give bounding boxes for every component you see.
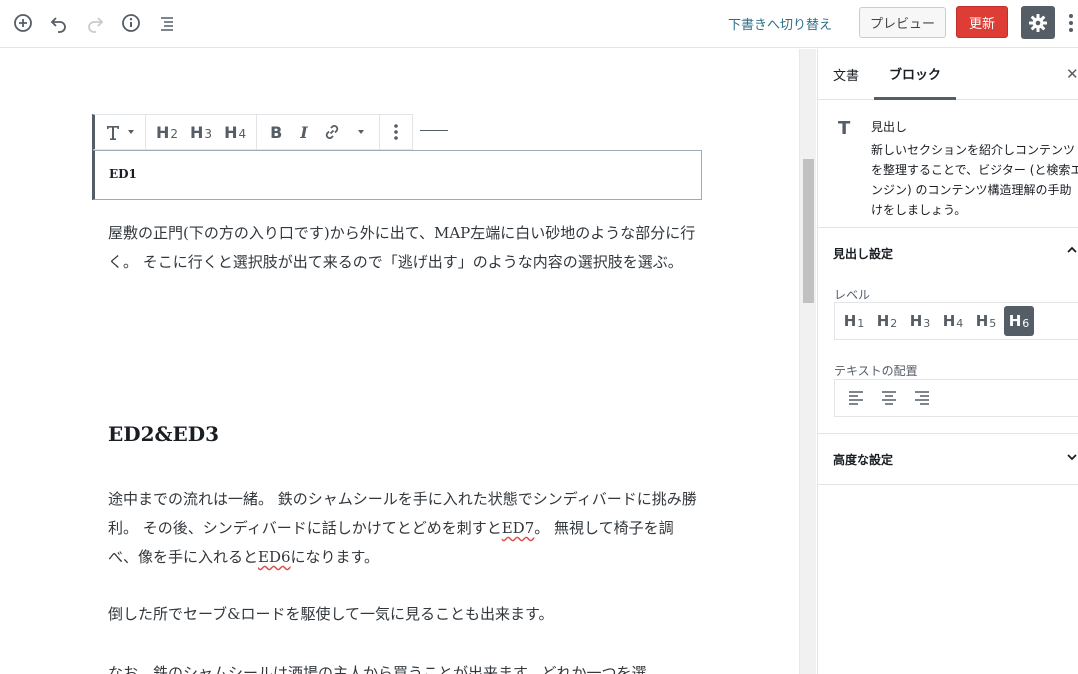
- undo-icon[interactable]: [46, 10, 72, 36]
- level-h1-button[interactable]: H1: [839, 306, 869, 336]
- redo-icon[interactable]: [82, 10, 108, 36]
- level-label: レベル: [834, 288, 871, 302]
- bold-icon[interactable]: B: [261, 115, 291, 149]
- settings-sidebar: 文書 ブロック ✕ T 見出し 新しいセクションを紹介しコンテンツを整理すること…: [817, 49, 1078, 674]
- block-switcher[interactable]: [95, 115, 146, 149]
- heading-settings-title[interactable]: 見出し設定: [833, 245, 893, 262]
- spellcheck-ed7: ED7: [501, 519, 535, 537]
- info-icon[interactable]: [118, 10, 144, 36]
- chevron-down-icon[interactable]: [1066, 451, 1078, 466]
- paragraph-3[interactable]: 倒した所でセーブ&ロードを駆使して一気に見ることも出来ます。: [108, 600, 698, 629]
- close-icon[interactable]: ✕: [1066, 65, 1078, 83]
- heading-level-group: H2 H3 H4: [146, 115, 258, 149]
- editor-canvas: H2 H3 H4 B I ED1 屋敷の正門(下の方の入り口です)から外に出て、…: [0, 49, 798, 674]
- h4-button[interactable]: H4: [218, 115, 252, 149]
- add-block-icon[interactable]: [10, 10, 36, 36]
- text-align-label: テキストの配置: [834, 364, 918, 378]
- block-toolbar: H2 H3 H4 B I: [92, 114, 413, 150]
- selected-heading-block[interactable]: ED1: [92, 150, 702, 200]
- advanced-settings-title[interactable]: 高度な設定: [833, 451, 893, 468]
- italic-icon[interactable]: I: [291, 115, 316, 149]
- heading-level-selector: H1 H2 H3 H4 H5 H6: [834, 302, 1078, 340]
- outline-icon[interactable]: [154, 10, 180, 36]
- sidebar-tabs: 文書 ブロック ✕: [818, 49, 1078, 100]
- gear-icon: [1029, 13, 1047, 32]
- level-h5-button[interactable]: H5: [971, 306, 1001, 336]
- block-card: T 見出し 新しいセクションを紹介しコンテンツを整理することで、ビジター (と検…: [818, 100, 1078, 228]
- align-center-icon[interactable]: [874, 383, 904, 413]
- settings-button[interactable]: [1021, 6, 1055, 39]
- switch-to-draft-link[interactable]: 下書きへ切り替え: [728, 14, 832, 33]
- level-h4-button[interactable]: H4: [938, 306, 968, 336]
- paragraph-1[interactable]: 屋敷の正門(下の方の入り口です)から外に出て、MAP左端に白い砂地のような部分に…: [108, 219, 698, 277]
- block-title: 見出し: [871, 120, 908, 134]
- format-group: B I: [257, 115, 380, 149]
- heading-ed1[interactable]: ED1: [109, 167, 137, 181]
- sidebar-divider: [818, 484, 1078, 485]
- h3-button[interactable]: H3: [184, 115, 218, 149]
- heading-ed2-ed3[interactable]: ED2&ED3: [108, 422, 219, 446]
- dropdown-arrow-icon: [128, 130, 134, 134]
- heading-block-icon: T: [838, 118, 851, 139]
- editor-scrollbar[interactable]: [799, 49, 816, 674]
- toolbar-connector-line: [420, 130, 448, 131]
- level-h3-button[interactable]: H3: [905, 306, 935, 336]
- paragraph-2[interactable]: 途中までの流れは一緒。 鉄のシャムシールを手に入れた状態でシンディバードに挑み勝…: [108, 485, 698, 572]
- more-menu-button[interactable]: [1064, 9, 1078, 37]
- heading-transform-icon[interactable]: [99, 115, 141, 149]
- paragraph-4[interactable]: なお、鉄のシャムシールは酒場の主人から買うことが出来ます。どれか一つを選: [108, 659, 698, 674]
- level-h6-button[interactable]: H6: [1004, 306, 1034, 336]
- align-right-icon[interactable]: [907, 383, 937, 413]
- sidebar-divider: [818, 433, 1078, 434]
- tab-document[interactable]: 文書: [833, 49, 859, 100]
- block-options-group: [380, 115, 412, 149]
- h2-button[interactable]: H2: [150, 115, 184, 149]
- more-vertical-icon: [1069, 14, 1073, 32]
- more-options-icon[interactable]: [384, 115, 408, 149]
- chevron-up-icon[interactable]: [1066, 244, 1078, 259]
- block-description: 新しいセクションを紹介しコンテンツを整理することで、ビジター (と検索エンジン)…: [871, 143, 1078, 217]
- preview-button[interactable]: プレビュー: [859, 7, 946, 38]
- text-align-toolbar: [834, 379, 1078, 417]
- editor-top-toolbar: 下書きへ切り替え プレビュー 更新: [0, 0, 1078, 48]
- paragraph-2-text-c: になります。: [290, 548, 380, 566]
- tab-block[interactable]: ブロック: [874, 49, 956, 100]
- spellcheck-ed6: ED6: [258, 548, 291, 566]
- link-icon[interactable]: [317, 115, 347, 149]
- align-left-icon[interactable]: [841, 383, 871, 413]
- scrollbar-thumb[interactable]: [803, 159, 814, 303]
- more-rich-text-arrow-icon[interactable]: [347, 115, 375, 149]
- level-h2-button[interactable]: H2: [872, 306, 902, 336]
- update-button[interactable]: 更新: [956, 6, 1008, 38]
